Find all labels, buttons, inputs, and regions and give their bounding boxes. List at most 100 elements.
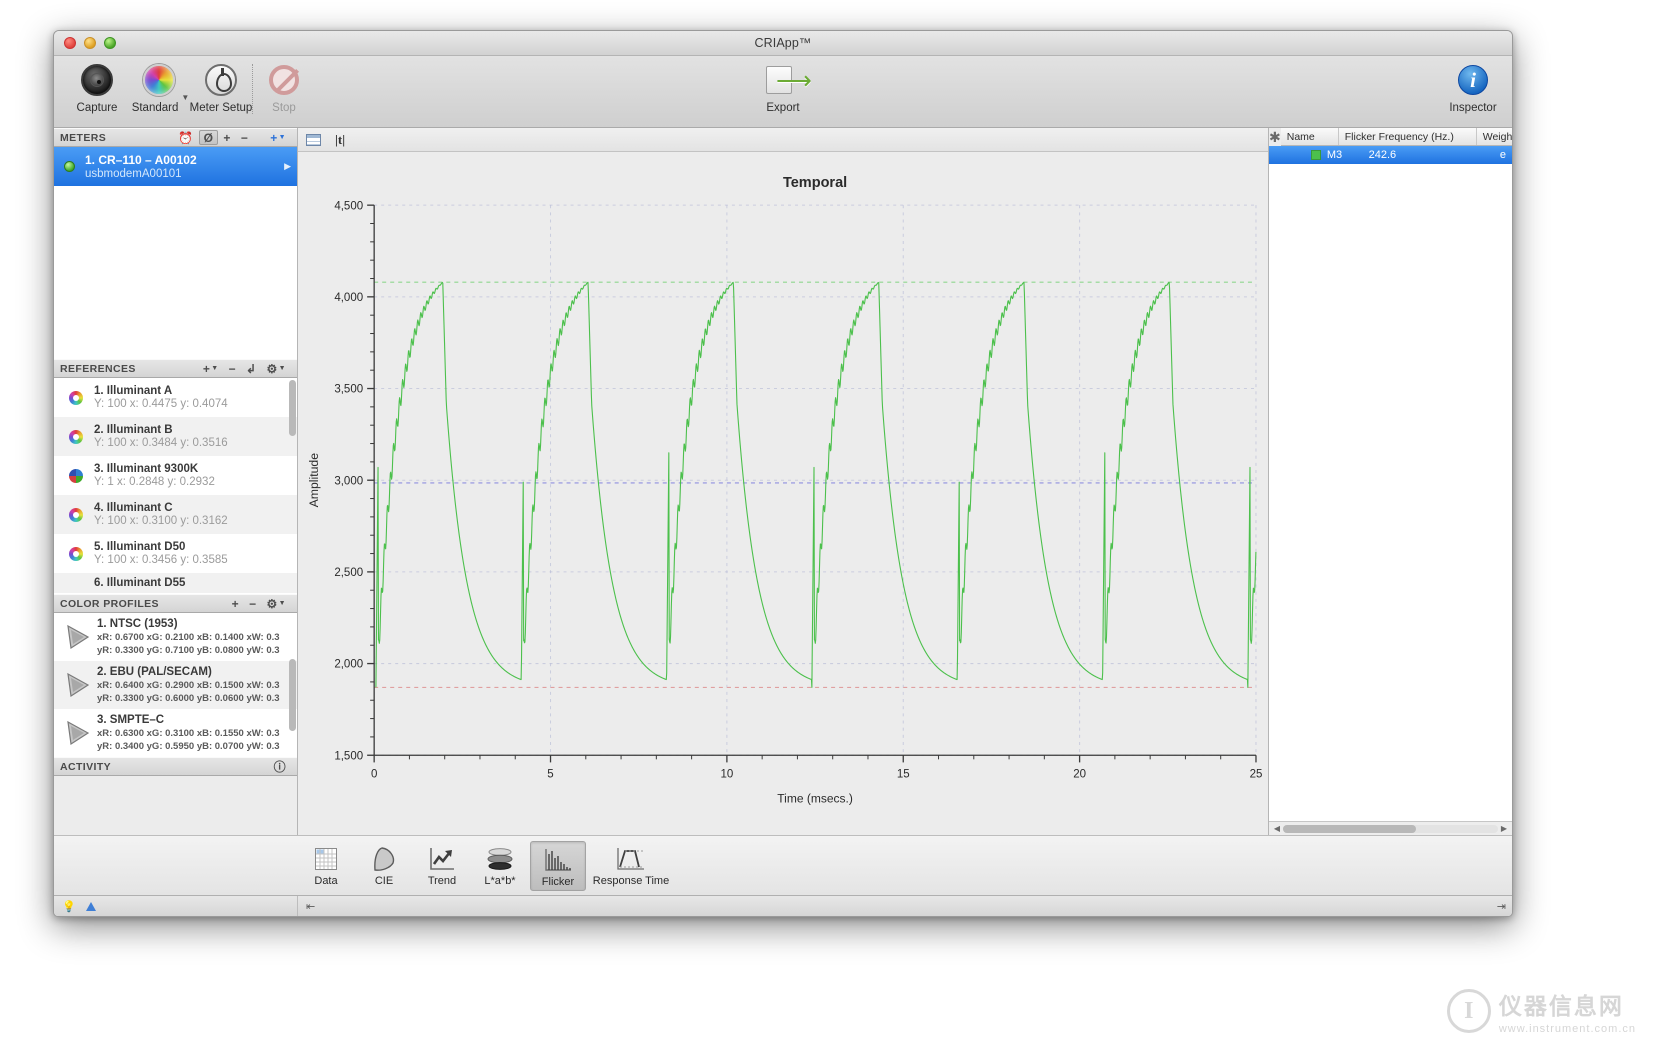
temporal-plot[interactable]: Temporal 1,500 2,000 2,500 3,000 3,500 4,000 4,… bbox=[298, 152, 1268, 835]
export-button[interactable]: ⟶ Export bbox=[752, 62, 814, 114]
tab-lab[interactable]: L*a*b* bbox=[472, 841, 528, 891]
color-profiles-scrollbar[interactable] bbox=[289, 659, 296, 731]
tab-label: L*a*b* bbox=[484, 874, 516, 887]
inspector-label: Inspector bbox=[1449, 102, 1497, 114]
reference-name: 1. Illuminant A bbox=[94, 385, 173, 397]
scroll-left-icon[interactable]: ◀ bbox=[1271, 824, 1283, 833]
meter-port: usbmodemA00101 bbox=[85, 168, 182, 180]
results-panel: ✱ Name Flicker Frequency (Hz.) Weighte M… bbox=[1268, 128, 1512, 835]
panel-toggle-right-icon[interactable]: ⇥ bbox=[1497, 900, 1512, 913]
reference-values: Y: 100 x: 0.3484 y: 0.3516 bbox=[94, 437, 228, 449]
color-ring-icon bbox=[69, 429, 83, 444]
triangle-icon[interactable] bbox=[85, 901, 96, 911]
tab-response-time[interactable]: Response Time bbox=[588, 841, 674, 891]
references-section-header: REFERENCES + ▼ − ↲ ⚙ ▼ bbox=[54, 359, 297, 378]
inspector-button[interactable]: i Inspector bbox=[1442, 62, 1504, 114]
remove-profile-button[interactable]: − bbox=[244, 595, 261, 612]
series-color-swatch bbox=[1310, 150, 1321, 160]
view-tabbar: Data CIE Trend L*a*b* Flicker Response T… bbox=[54, 835, 1512, 895]
tab-flicker[interactable]: Flicker bbox=[530, 840, 586, 891]
activity-header-label: ACTIVITY bbox=[60, 760, 112, 773]
list-item[interactable]: 2. EBU (PAL/SECAM) xR: 0.6400 xG: 0.2900… bbox=[54, 661, 297, 709]
plot-container[interactable]: Temporal 1,500 2,000 2,500 3,000 3,500 4,000 4,… bbox=[298, 152, 1268, 835]
profile-name: 3. SMPTE–C bbox=[97, 714, 165, 726]
list-item[interactable]: 4. Illuminant C Y: 100 x: 0.3100 y: 0.31… bbox=[54, 495, 297, 534]
clock-icon[interactable]: ⏰ bbox=[173, 129, 198, 146]
color-profiles-list[interactable]: 1. NTSC (1953) xR: 0.6700 xG: 0.2100 xB:… bbox=[54, 613, 297, 757]
trend-arrow-icon bbox=[428, 844, 456, 874]
activity-section-header: ACTIVITY ⓘ bbox=[54, 757, 297, 776]
svg-text:0: 0 bbox=[371, 768, 378, 781]
gamut-triangle-icon bbox=[67, 624, 90, 650]
list-item[interactable]: 2. Illuminant B Y: 100 x: 0.3484 y: 0.35… bbox=[54, 417, 297, 456]
profile-x-values: xR: 0.6300 xG: 0.3100 xB: 0.1550 xW: 0.3 bbox=[97, 728, 280, 739]
chevron-right-icon[interactable]: ▶ bbox=[284, 161, 291, 172]
references-list[interactable]: 1. Illuminant A Y: 100 x: 0.4475 y: 0.40… bbox=[54, 378, 297, 594]
t-magnitude-label[interactable]: |t| bbox=[335, 132, 345, 148]
revert-reference-icon[interactable]: ↲ bbox=[241, 360, 261, 377]
panel-toggle-left-icon[interactable]: ⇤ bbox=[306, 900, 315, 913]
gamut-triangle-icon bbox=[67, 720, 90, 746]
tab-label: CIE bbox=[374, 874, 394, 887]
remove-meter-button[interactable]: − bbox=[236, 129, 253, 146]
scroll-track[interactable] bbox=[1283, 824, 1498, 833]
list-item[interactable]: 3. SMPTE–C xR: 0.6300 xG: 0.3100 xB: 0.1… bbox=[54, 709, 297, 757]
list-item[interactable]: 6. Illuminant D55 bbox=[54, 573, 297, 593]
scroll-thumb[interactable] bbox=[1283, 824, 1417, 833]
tab-label: Flicker bbox=[541, 875, 575, 888]
reference-values: Y: 100 x: 0.3100 y: 0.3162 bbox=[94, 515, 228, 527]
status-led-icon bbox=[64, 161, 75, 172]
gear-icon[interactable]: ⚙ ▼ bbox=[261, 360, 291, 377]
add-meter-menu-button[interactable]: + ▼ bbox=[265, 129, 291, 146]
watermark-logo-icon: I bbox=[1446, 989, 1491, 1033]
link-toggle-icon[interactable]: Ø bbox=[198, 130, 219, 145]
gamut-triangle-icon bbox=[67, 672, 90, 698]
reference-name: 2. Illuminant B bbox=[94, 424, 173, 436]
tab-data[interactable]: Data bbox=[298, 841, 354, 891]
gear-icon[interactable]: ⚙ ▼ bbox=[261, 595, 291, 612]
profile-y-values: yR: 0.3300 yG: 0.6000 yB: 0.0600 yW: 0.3 bbox=[97, 693, 280, 704]
svg-text:25: 25 bbox=[1250, 768, 1263, 781]
profile-x-values: xR: 0.6700 xG: 0.2100 xB: 0.1400 xW: 0.3 bbox=[97, 632, 280, 643]
scroll-right-icon[interactable]: ▶ bbox=[1498, 824, 1510, 833]
asterisk-icon[interactable]: ✱ bbox=[1269, 129, 1281, 146]
list-item[interactable]: 1. Illuminant A Y: 100 x: 0.4475 y: 0.40… bbox=[54, 378, 297, 417]
results-table-body[interactable]: M3 242.6 –4.84e bbox=[1269, 146, 1512, 821]
tab-label: Trend bbox=[427, 874, 457, 887]
results-panel-top: ✱ Name Flicker Frequency (Hz.) Weighte bbox=[1269, 128, 1512, 146]
tab-cie[interactable]: CIE bbox=[356, 841, 412, 891]
add-reference-button[interactable]: + ▼ bbox=[198, 360, 224, 377]
svg-text:Temporal: Temporal bbox=[783, 175, 847, 191]
svg-text:4,500: 4,500 bbox=[334, 199, 363, 212]
column-header-flicker-frequency[interactable]: Flicker Frequency (Hz.) bbox=[1339, 128, 1477, 145]
screen-root: CRIApp™ Capture Standard ▼ Meter Setup S… bbox=[0, 0, 1656, 1049]
info-icon[interactable]: ⓘ bbox=[269, 758, 291, 775]
svg-text:Time (msecs.): Time (msecs.) bbox=[777, 791, 853, 805]
meters-list[interactable]: 1. CR–110 – A00102 usbmodemA00101 ▶ bbox=[54, 147, 297, 359]
list-item[interactable]: 1. NTSC (1953) xR: 0.6700 xG: 0.2100 xB:… bbox=[54, 613, 297, 661]
bulb-icon[interactable]: 💡 bbox=[62, 900, 76, 913]
add-profile-button[interactable]: + bbox=[227, 595, 244, 612]
column-header-name[interactable]: Name bbox=[1281, 128, 1339, 145]
results-horizontal-scrollbar[interactable]: ◀ ▶ bbox=[1269, 821, 1512, 835]
reference-name: 6. Illuminant D55 bbox=[94, 577, 186, 589]
toolbar-right-group: i Inspector bbox=[1442, 56, 1504, 114]
svg-text:5: 5 bbox=[547, 768, 553, 781]
profile-y-values: yR: 0.3300 yG: 0.7100 yB: 0.0800 yW: 0.3 bbox=[97, 645, 280, 656]
main-toolbar: Capture Standard ▼ Meter Setup Stop ⟶ Ex… bbox=[54, 56, 1512, 128]
list-item[interactable]: 3. Illuminant 9300K Y: 1 x: 0.2848 y: 0.… bbox=[54, 456, 297, 495]
reference-values: Y: 100 x: 0.4475 y: 0.4074 bbox=[94, 398, 228, 410]
add-meter-button[interactable]: + bbox=[218, 129, 235, 146]
chart-area: |t| Temporal 1,500 2,000 2,500 3,000 3,500 4,0… bbox=[298, 128, 1268, 835]
table-row[interactable]: M3 242.6 –4.84e bbox=[1269, 146, 1512, 164]
column-header-weighted[interactable]: Weighte bbox=[1477, 128, 1512, 145]
color-ring-icon bbox=[69, 507, 83, 522]
app-window: CRIApp™ Capture Standard ▼ Meter Setup S… bbox=[53, 30, 1513, 917]
meters-section-header: METERS ⏰ Ø + − + ▼ bbox=[54, 128, 297, 147]
remove-reference-button[interactable]: − bbox=[224, 360, 241, 377]
tab-trend[interactable]: Trend bbox=[414, 841, 470, 891]
meter-list-item[interactable]: 1. CR–110 – A00102 usbmodemA00101 ▶ bbox=[54, 147, 297, 186]
list-item[interactable]: 5. Illuminant D50 Y: 100 x: 0.3456 y: 0.… bbox=[54, 534, 297, 573]
references-scrollbar[interactable] bbox=[289, 380, 296, 436]
table-view-icon[interactable] bbox=[306, 133, 321, 146]
